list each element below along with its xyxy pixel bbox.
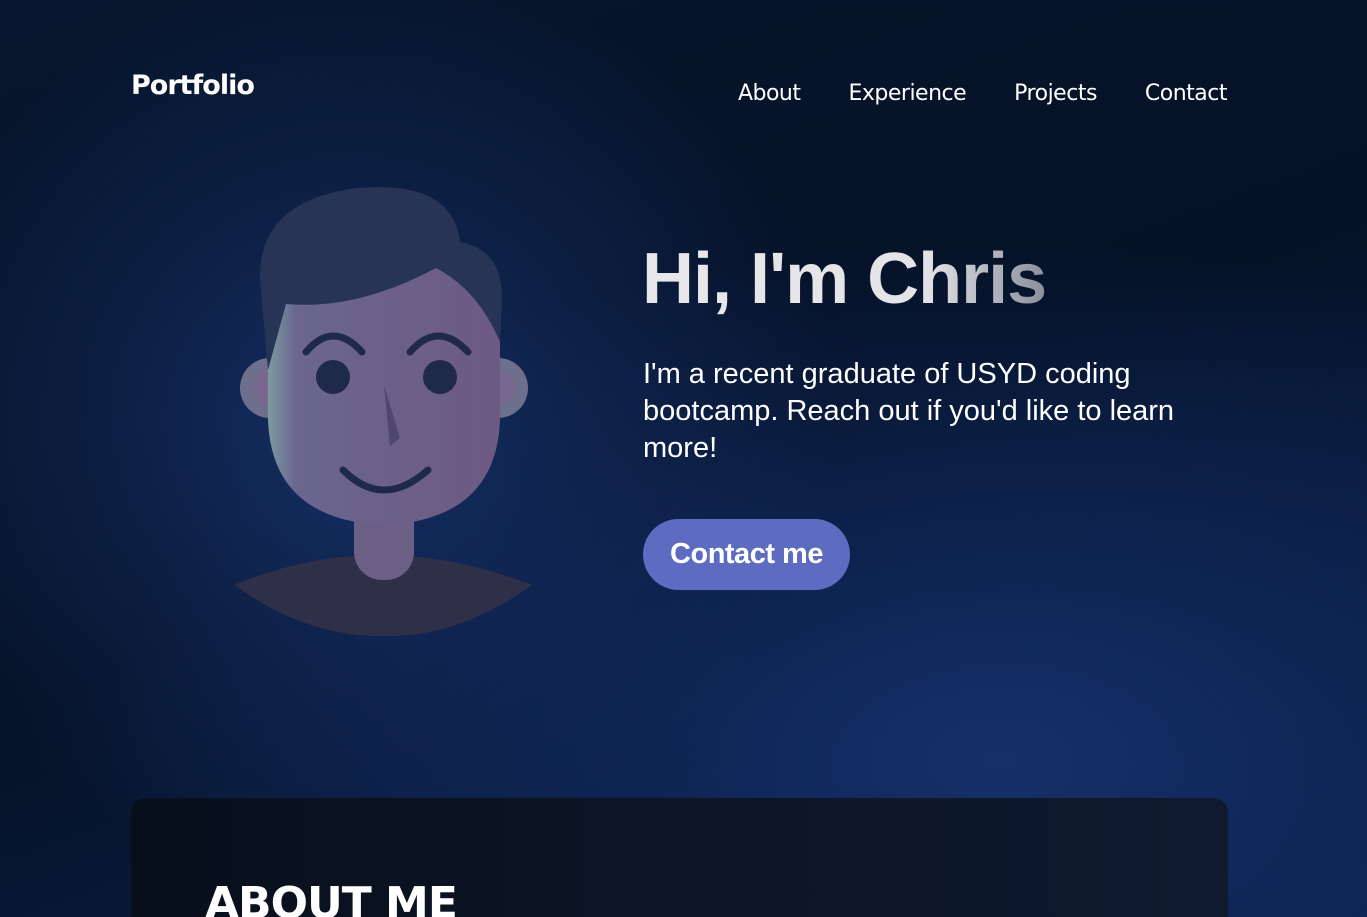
nav-link-projects[interactable]: Projects [1014, 81, 1097, 106]
main-nav: About Experience Projects Contact [690, 81, 1228, 106]
avatar-icon [234, 187, 532, 637]
nav-link-contact[interactable]: Contact [1145, 81, 1228, 106]
about-heading: ABOUT ME [205, 878, 458, 917]
about-section: ABOUT ME [131, 798, 1228, 917]
hero-description: I'm a recent graduate of USYD coding boo… [643, 358, 1175, 464]
logo[interactable]: Portfolio [131, 70, 255, 101]
contact-me-button[interactable]: Contact me [643, 519, 850, 590]
hero-title: Hi, I'm Chris [642, 239, 1047, 319]
nav-link-about[interactable]: About [738, 81, 801, 106]
nav-link-experience[interactable]: Experience [848, 81, 966, 106]
